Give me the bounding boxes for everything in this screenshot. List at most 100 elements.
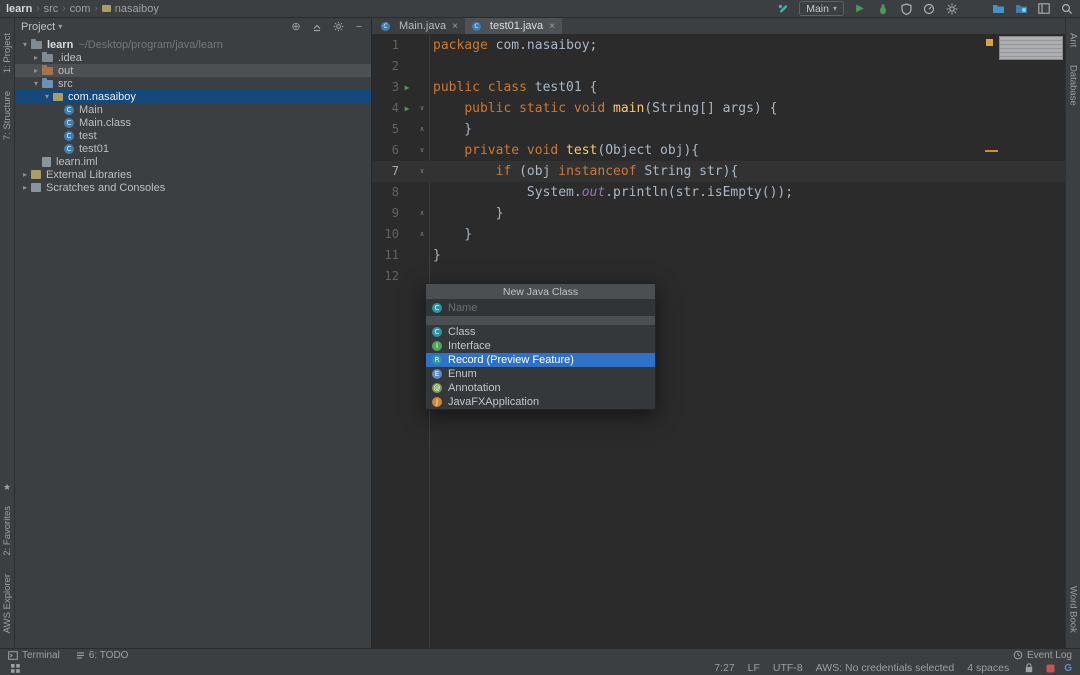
coverage-shield-icon[interactable] bbox=[899, 2, 913, 16]
status-item-aws-no-credentials-selected[interactable]: AWS: No credentials selected bbox=[816, 662, 955, 674]
tree-expand-arrow-icon[interactable]: ▸ bbox=[30, 53, 42, 62]
profiler-icon[interactable] bbox=[922, 2, 936, 16]
class-name-input[interactable]: C Name bbox=[426, 299, 655, 316]
fold-icon[interactable]: ∧ bbox=[415, 119, 429, 140]
tree-item-test[interactable]: Ctest bbox=[15, 129, 371, 142]
breadcrumb-item-learn[interactable]: learn bbox=[6, 3, 32, 15]
tree-item-com-nasaiboy[interactable]: ▾com.nasaiboy bbox=[15, 90, 371, 103]
editor-line-7[interactable]: 7∨ if (obj instanceof String str){ bbox=[372, 161, 1065, 182]
editor-line-2[interactable]: 2 bbox=[372, 56, 1065, 77]
run-arrow-icon[interactable]: ▶ bbox=[399, 77, 415, 98]
commit-folder-icon[interactable] bbox=[991, 2, 1005, 16]
terminal-icon bbox=[8, 651, 18, 660]
tree-expand-arrow-icon[interactable]: ▾ bbox=[19, 40, 31, 49]
run-config-label: Main bbox=[806, 3, 829, 15]
tree-item-scratches-and-consoles[interactable]: ▸Scratches and Consoles bbox=[15, 181, 371, 194]
editor-line-1[interactable]: 1package com.nasaiboy; bbox=[372, 35, 1065, 56]
line-number: 7 bbox=[372, 161, 399, 182]
line-number: 8 bbox=[372, 182, 399, 203]
tree-item-main[interactable]: CMain bbox=[15, 103, 371, 116]
tree-item-out[interactable]: ▸out bbox=[15, 64, 371, 77]
code-text: public class test01 { bbox=[429, 77, 597, 98]
editor-line-8[interactable]: 8 System.out.println(str.isEmpty()); bbox=[372, 182, 1065, 203]
editor-line-3[interactable]: 3▶public class test01 { bbox=[372, 77, 1065, 98]
breadcrumb-item-com[interactable]: com bbox=[70, 3, 91, 15]
toolwindow-terminal-button[interactable]: Terminal bbox=[8, 650, 60, 661]
tree-item-main-class[interactable]: CMain.class bbox=[15, 116, 371, 129]
project-panel-header[interactable]: Project ▾ ⊕ − bbox=[15, 18, 371, 35]
tab-main-java[interactable]: CMain.java× bbox=[374, 18, 465, 34]
kind-option-label: JavaFXApplication bbox=[448, 396, 539, 408]
kind-option-record-preview-feature[interactable]: RRecord (Preview Feature) bbox=[426, 353, 655, 367]
tab-test01-java[interactable]: Ctest01.java× bbox=[465, 18, 562, 34]
fold-icon[interactable]: ∧ bbox=[415, 224, 429, 245]
status-item-4-spaces[interactable]: 4 spaces bbox=[967, 662, 1009, 674]
locate-file-icon[interactable]: ⊕ bbox=[290, 21, 302, 33]
collapse-all-icon[interactable] bbox=[311, 21, 323, 33]
fold-icon[interactable]: ∨ bbox=[415, 140, 429, 161]
line-number: 4 bbox=[372, 98, 399, 119]
kind-option-label: Annotation bbox=[448, 382, 501, 394]
toolwindow-button-1-project[interactable]: 1: Project bbox=[2, 33, 13, 73]
tree-expand-arrow-icon[interactable]: ▸ bbox=[19, 170, 31, 179]
tree-expand-arrow-icon[interactable]: ▸ bbox=[30, 66, 42, 75]
fold-icon[interactable]: ∨ bbox=[415, 98, 429, 119]
tree-expand-arrow-icon[interactable]: ▾ bbox=[41, 92, 53, 101]
line-number: 6 bbox=[372, 140, 399, 161]
tree-expand-arrow-icon[interactable]: ▸ bbox=[19, 183, 31, 192]
chevron-down-icon: ▾ bbox=[58, 22, 62, 31]
breadcrumb-item-nasaiboy[interactable]: nasaiboy bbox=[115, 3, 159, 15]
inspection-indicator-icon[interactable] bbox=[986, 39, 993, 46]
tree-item-external-libraries[interactable]: ▸External Libraries bbox=[15, 168, 371, 181]
close-icon[interactable]: × bbox=[452, 21, 458, 32]
toolwindow-button-7-structure[interactable]: 7: Structure bbox=[2, 91, 13, 140]
status-item-lf[interactable]: LF bbox=[748, 662, 760, 674]
event-log-button[interactable]: Event Log bbox=[1013, 650, 1072, 661]
status-item-utf-8[interactable]: UTF-8 bbox=[773, 662, 803, 674]
tree-item-learn-iml[interactable]: learn.iml bbox=[15, 155, 371, 168]
fold-icon[interactable]: ∧ bbox=[415, 203, 429, 224]
kind-option-class[interactable]: CClass bbox=[426, 325, 655, 339]
toolwindow-button-2-favorites[interactable]: 2: Favorites bbox=[2, 506, 13, 556]
layout-icon[interactable] bbox=[1037, 2, 1051, 16]
editor-line-10[interactable]: 10∧ } bbox=[372, 224, 1065, 245]
tree-item-idea[interactable]: ▸.idea bbox=[15, 51, 371, 64]
toolwindow-button-aws-explorer[interactable]: AWS Explorer bbox=[2, 574, 13, 633]
lock-icon[interactable] bbox=[1022, 661, 1036, 675]
editor-line-6[interactable]: 6∨ private void test(Object obj){ bbox=[372, 140, 1065, 161]
breadcrumb[interactable]: learn›src›com›nasaiboy bbox=[6, 3, 159, 15]
editor-line-4[interactable]: 4▶∨ public static void main(String[] arg… bbox=[372, 98, 1065, 119]
quick-access-grid-icon[interactable] bbox=[8, 661, 22, 675]
tree-item-src[interactable]: ▾src bbox=[15, 77, 371, 90]
toolwindow-button-database[interactable]: Database bbox=[1068, 65, 1079, 106]
run-arrow-icon[interactable]: ▶ bbox=[399, 98, 415, 119]
kind-option-annotation[interactable]: @Annotation bbox=[426, 381, 655, 395]
kind-option-interface[interactable]: IInterface bbox=[426, 339, 655, 353]
build-hammer-icon[interactable] bbox=[776, 2, 790, 16]
grazie-icon[interactable]: G bbox=[1064, 663, 1072, 674]
run-button[interactable]: ▶ bbox=[853, 2, 867, 16]
kind-option-enum[interactable]: EEnum bbox=[426, 367, 655, 381]
debug-bug-icon[interactable] bbox=[876, 2, 890, 16]
tree-expand-arrow-icon[interactable]: ▾ bbox=[30, 79, 42, 88]
hide-panel-icon[interactable]: − bbox=[353, 21, 365, 33]
remote-folder-icon[interactable] bbox=[1014, 2, 1028, 16]
run-settings-gear-icon[interactable] bbox=[945, 2, 959, 16]
editor-line-5[interactable]: 5∧ } bbox=[372, 119, 1065, 140]
kind-option-javafxapplication[interactable]: JJavaFXApplication bbox=[426, 395, 655, 409]
toolwindow-button-word-book[interactable]: Word Book bbox=[1068, 586, 1079, 633]
editor-line-9[interactable]: 9∧ } bbox=[372, 203, 1065, 224]
tree-item-learn[interactable]: ▾learn~/Desktop/program/java/learn bbox=[15, 38, 371, 51]
run-config-select[interactable]: Main ▾ bbox=[799, 1, 844, 16]
tree-item-test01[interactable]: Ctest01 bbox=[15, 142, 371, 155]
status-item-7-27[interactable]: 7:27 bbox=[714, 662, 734, 674]
search-icon[interactable] bbox=[1060, 2, 1074, 16]
editor-line-11[interactable]: 11} bbox=[372, 245, 1065, 266]
fold-icon[interactable]: ∨ bbox=[415, 161, 429, 182]
panel-settings-gear-icon[interactable] bbox=[332, 21, 344, 33]
notification-plugin-icon[interactable] bbox=[1043, 661, 1057, 675]
toolwindow-todo-button[interactable]: 6: TODO bbox=[76, 650, 129, 661]
toolwindow-button-ant[interactable]: Ant bbox=[1068, 33, 1079, 47]
breadcrumb-item-src[interactable]: src bbox=[44, 3, 59, 15]
close-icon[interactable]: × bbox=[549, 21, 555, 32]
